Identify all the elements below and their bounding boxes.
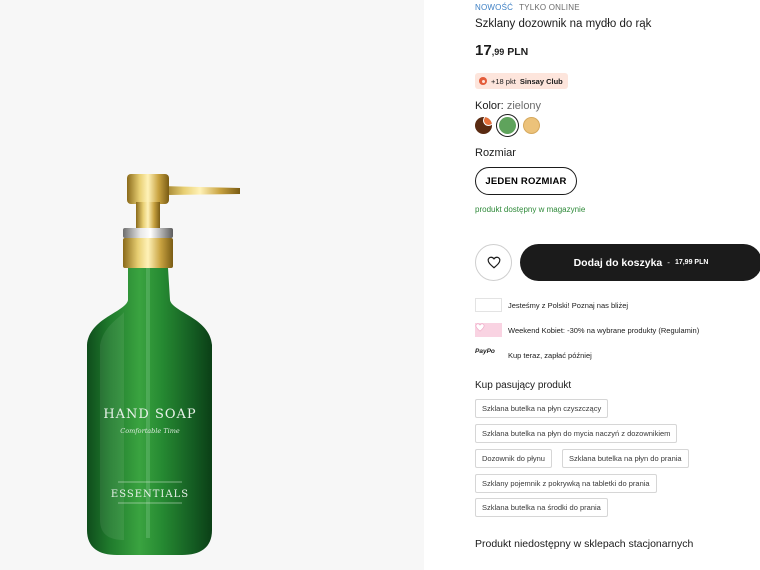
product-gallery[interactable]: HAND SOAP Comfortable Time ESSENTIALS bbox=[0, 0, 424, 570]
matching-product-chip[interactable]: Szklana butelka na płyn do mycia naczyń … bbox=[475, 424, 678, 443]
stock-status: produkt dostępny w magazynie bbox=[475, 205, 586, 214]
promo-womens-weekend-text[interactable]: Weekend Kobiet: -30% na wybrane produkty… bbox=[508, 326, 699, 335]
promo-about-us-text[interactable]: Jesteśmy z Polski! Poznaj nas bliżej bbox=[508, 301, 628, 310]
bottle-label-sub: Comfortable Time bbox=[120, 427, 180, 435]
add-to-cart-button[interactable]: Dodaj do koszyka - 17,99 PLN bbox=[520, 244, 760, 281]
bottle-label-main: HAND SOAP bbox=[103, 407, 196, 422]
product-tags: NOWOŚĆ TYLKO ONLINE bbox=[475, 3, 580, 12]
matching-product-chip[interactable]: Szklana butelka na środki do prania bbox=[475, 498, 608, 517]
club-points-badge: +18 pkt Sinsay Club bbox=[475, 73, 568, 89]
color-swatch-brown[interactable] bbox=[475, 117, 492, 134]
product-info-panel: NOWOŚĆ TYLKO ONLINE Szklany dozownik na … bbox=[475, 0, 760, 570]
product-price: 17 ,99 PLN bbox=[475, 42, 528, 59]
color-value: zielony bbox=[506, 100, 542, 112]
matching-product-chip[interactable]: Szklana butelka na płyn do prania bbox=[562, 449, 689, 468]
promo-about-us[interactable]: Jesteśmy z Polski! Poznaj nas bliżej bbox=[475, 298, 628, 312]
promo-womens-weekend[interactable]: Weekend Kobiet: -30% na wybrane produkty… bbox=[475, 323, 699, 337]
poland-flag-icon bbox=[475, 298, 502, 312]
club-name: Sinsay Club bbox=[519, 76, 563, 86]
add-to-cart-price: 17,99 PLN bbox=[674, 259, 709, 266]
pump-nozzle bbox=[160, 186, 240, 195]
wishlist-button[interactable] bbox=[475, 244, 512, 281]
matching-product-chip[interactable]: Dozownik do płynu bbox=[475, 449, 552, 468]
promo-paypo[interactable]: PayPo Kup teraz, zapłać później bbox=[475, 348, 592, 362]
add-to-cart-label: Dodaj do koszyka bbox=[573, 256, 663, 269]
club-points-icon bbox=[479, 77, 487, 85]
paypo-logo-icon: PayPo bbox=[475, 348, 495, 355]
bottle-label-bottom: ESSENTIALS bbox=[111, 489, 189, 500]
product-title: Szklany dozownik na mydło do rąk bbox=[475, 18, 652, 30]
price-integer: 17 bbox=[475, 42, 492, 59]
matching-products-title: Kup pasujący produkt bbox=[475, 380, 572, 391]
color-selector-label: Kolor: zielony bbox=[475, 100, 541, 112]
promo-paypo-text[interactable]: Kup teraz, zapłać później bbox=[508, 351, 592, 360]
heart-icon bbox=[487, 256, 500, 269]
size-option-button[interactable]: JEDEN ROZMIAR bbox=[475, 167, 577, 195]
matching-product-chip[interactable]: Szklana butelka na płyn czyszczący bbox=[475, 399, 609, 418]
color-swatch-sand[interactable] bbox=[523, 117, 540, 134]
heart-gift-icon bbox=[475, 323, 502, 337]
size-label: Rozmiar bbox=[475, 147, 516, 159]
price-currency: PLN bbox=[507, 46, 529, 58]
pump-head bbox=[127, 174, 169, 204]
pump-collar bbox=[123, 238, 173, 268]
add-to-cart-separator: - bbox=[667, 258, 670, 267]
color-swatch-green-selected[interactable] bbox=[499, 117, 516, 134]
store-availability-note: Produkt niedostępny w sklepach stacjonar… bbox=[475, 538, 694, 550]
matching-product-chip[interactable]: Szklany pojemnik z pokrywką na tabletki … bbox=[475, 474, 657, 493]
tag-new: NOWOŚĆ bbox=[475, 3, 514, 12]
product-image: HAND SOAP Comfortable Time ESSENTIALS bbox=[87, 174, 240, 555]
club-points-value: +18 pkt bbox=[491, 76, 516, 86]
price-decimal: ,99 bbox=[491, 47, 505, 57]
color-swatches bbox=[475, 117, 540, 134]
color-label: Kolor: bbox=[475, 100, 504, 112]
tag-online-only: TYLKO ONLINE bbox=[519, 3, 580, 12]
